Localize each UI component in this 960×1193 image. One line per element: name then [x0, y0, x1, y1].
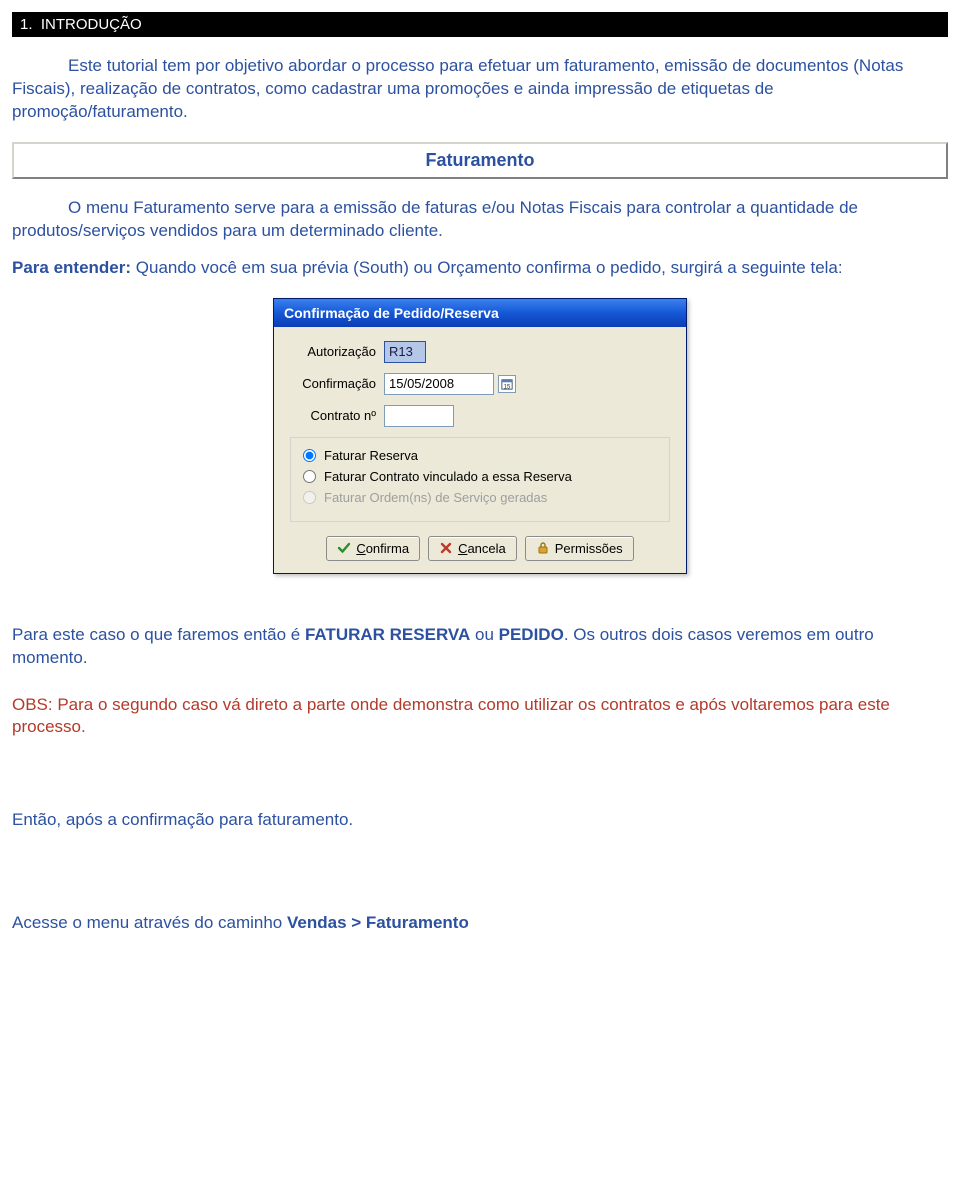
access-pre: Acesse o menu através do caminho: [12, 913, 287, 932]
intro-paragraph: Este tutorial tem por objetivo abordar o…: [12, 55, 948, 124]
radio-label-1: Faturar Reserva: [324, 448, 418, 463]
dialog-screenshot: Confirmação de Pedido/Reserva Autorizaçã…: [12, 298, 948, 574]
after-mid: ou: [470, 625, 498, 644]
svg-text:15: 15: [504, 384, 511, 390]
radio-group: Faturar Reserva Faturar Contrato vincula…: [290, 437, 670, 522]
after-bold1: FATURAR RESERVA: [305, 625, 470, 644]
cancela-label: Cancela: [458, 541, 506, 556]
entender-rest: Quando você em sua prévia (South) ou Orç…: [131, 258, 843, 277]
section-title: INTRODUÇÃO: [41, 16, 142, 33]
callout-box: Faturamento: [12, 142, 948, 179]
dialog-body: Autorização Confirmação 15 Contrato nº: [274, 327, 686, 573]
lock-icon: [536, 541, 550, 555]
calendar-icon[interactable]: 15: [498, 375, 516, 393]
after-paragraph: Para este caso o que faremos então é FAT…: [12, 624, 948, 670]
radio-input-3: [303, 491, 316, 504]
close-icon: [439, 541, 453, 555]
radio-label-2: Faturar Contrato vinculado a essa Reserv…: [324, 469, 572, 484]
dialog-titlebar: Confirmação de Pedido/Reserva: [274, 299, 686, 327]
access-bold: Vendas > Faturamento: [287, 913, 469, 932]
label-confirmacao: Confirmação: [290, 376, 384, 391]
row-contrato: Contrato nº: [290, 405, 670, 427]
input-autorizacao[interactable]: [384, 341, 426, 363]
radio-input-1[interactable]: [303, 449, 316, 462]
entao-paragraph: Então, após a confirmação para faturamen…: [12, 809, 948, 832]
permissoes-button[interactable]: Permissões: [525, 536, 634, 561]
permissoes-label: Permissões: [555, 541, 623, 556]
input-contrato[interactable]: [384, 405, 454, 427]
input-confirmacao[interactable]: [384, 373, 494, 395]
access-paragraph: Acesse o menu através do caminho Vendas …: [12, 912, 948, 935]
radio-faturar-ordem: Faturar Ordem(ns) de Serviço geradas: [303, 490, 657, 505]
confirma-button[interactable]: CConfirmaonfirma: [326, 536, 420, 561]
row-autorizacao: Autorização: [290, 341, 670, 363]
radio-faturar-contrato[interactable]: Faturar Contrato vinculado a essa Reserv…: [303, 469, 657, 484]
check-icon: [337, 541, 351, 555]
after-p1a: Para este caso o que faremos então é: [12, 625, 305, 644]
label-autorizacao: Autorização: [290, 344, 384, 359]
label-contrato: Contrato nº: [290, 408, 384, 423]
row-confirmacao: Confirmação 15: [290, 373, 670, 395]
confirma-label: CConfirmaonfirma: [356, 541, 409, 556]
callout-title: Faturamento: [425, 150, 534, 170]
entender-lead: Para entender:: [12, 258, 131, 277]
faturamento-description: O menu Faturamento serve para a emissão …: [12, 197, 948, 243]
obs-paragraph: OBS: Para o segundo caso vá direto a par…: [12, 694, 948, 740]
radio-input-2[interactable]: [303, 470, 316, 483]
dialog-window: Confirmação de Pedido/Reserva Autorizaçã…: [273, 298, 687, 574]
section-header: 1. INTRODUÇÃO: [12, 12, 948, 37]
cancela-button[interactable]: Cancela: [428, 536, 517, 561]
radio-label-3: Faturar Ordem(ns) de Serviço geradas: [324, 490, 547, 505]
para-entender: Para entender: Quando você em sua prévia…: [12, 257, 948, 280]
section-number: 1.: [20, 16, 33, 33]
after-bold2: PEDIDO: [499, 625, 564, 644]
radio-faturar-reserva[interactable]: Faturar Reserva: [303, 448, 657, 463]
dialog-button-row: CConfirmaonfirma Cancela Permissões: [290, 536, 670, 561]
